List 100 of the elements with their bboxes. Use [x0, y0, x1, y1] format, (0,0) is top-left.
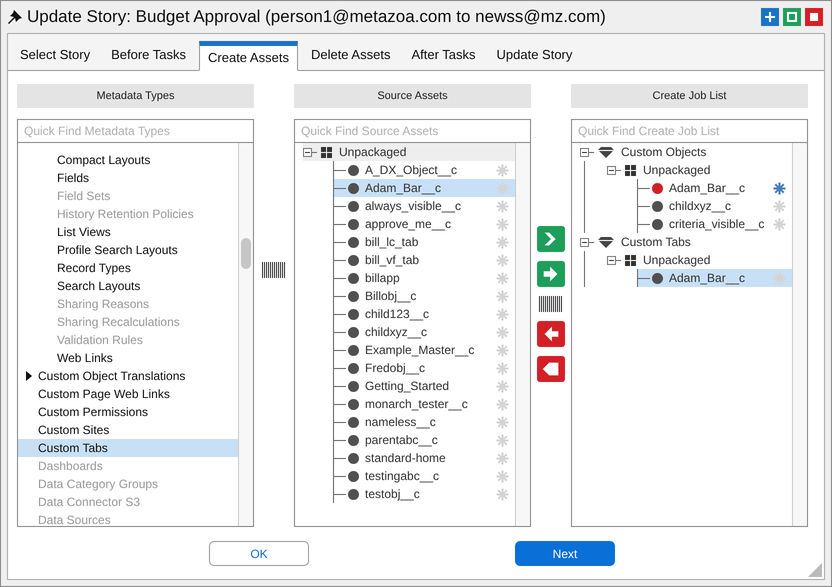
asset-row[interactable]: monarch_tester__c [334, 395, 515, 413]
metadata-type-item[interactable]: Fields [18, 169, 238, 187]
asset-row[interactable]: A_DX_Object__c [334, 161, 515, 179]
collapse-toggle[interactable] [303, 148, 312, 156]
asset-name: parentabc__c [365, 432, 439, 449]
type-label: Custom Objects [621, 144, 706, 161]
diamond-icon [598, 236, 614, 248]
asset-name: A_DX_Object__c [365, 162, 458, 179]
asset-name: Billobj__c [365, 288, 418, 305]
resize-grip-icon[interactable] [808, 563, 822, 577]
expand-arrow-icon[interactable] [26, 371, 32, 381]
ok-button[interactable]: OK [209, 541, 309, 566]
asset-row[interactable]: childxyz__c [334, 323, 515, 341]
metadata-type-item[interactable]: Profile Search Layouts [18, 241, 238, 259]
asset-row[interactable]: testobj__c [334, 485, 515, 503]
metadata-type-item[interactable]: Search Layouts [18, 277, 238, 295]
asset-row[interactable]: criteria_visible__c [638, 215, 792, 233]
asset-row[interactable]: standard-home [334, 449, 515, 467]
asset-row[interactable]: Fredobj__c [334, 359, 515, 377]
asset-name: billapp [365, 270, 401, 287]
asset-row[interactable]: Adam_Bar__c [334, 179, 515, 197]
asset-name: nameless__c [365, 414, 437, 431]
asset-row[interactable]: bill_vf_tab [334, 251, 515, 269]
asset-name: Fredobj__c [365, 360, 426, 377]
scrollbar[interactable] [238, 143, 253, 526]
asset-row[interactable]: Getting_Started [334, 377, 515, 395]
plus-icon [765, 12, 775, 22]
package-label: Unpackaged [643, 252, 710, 269]
close-button[interactable] [805, 8, 823, 26]
grid-icon [321, 146, 332, 158]
tab[interactable]: Update Story [488, 40, 580, 70]
collapse-toggle[interactable] [580, 148, 589, 156]
grid-icon [625, 254, 636, 266]
column-header: Metadata Types [17, 84, 254, 108]
asset-name: standard-home [365, 450, 447, 467]
asset-row[interactable]: child123__c [334, 305, 515, 323]
grip-icon[interactable] [538, 296, 564, 312]
add-window-button[interactable] [761, 8, 779, 26]
metadata-type-item[interactable]: List Views [18, 223, 238, 241]
next-button[interactable]: Next [515, 541, 615, 566]
move-right-button[interactable] [537, 261, 565, 287]
asset-row[interactable]: testingabc__c [334, 467, 515, 485]
scrollbar[interactable] [515, 143, 530, 526]
package-label: Unpackaged [643, 162, 710, 179]
maximize-button[interactable] [783, 8, 801, 26]
asset-row[interactable]: Example_Master__c [334, 341, 515, 359]
collapse-toggle[interactable] [580, 238, 589, 246]
grip-icon[interactable] [261, 262, 287, 278]
metadata-type-item[interactable]: Web Links [18, 349, 238, 367]
tab[interactable]: Delete Assets [302, 40, 398, 70]
metadata-type-item[interactable]: Record Types [18, 259, 238, 277]
asset-name: approve_me__c [365, 216, 452, 233]
metadata-type-item[interactable]: Custom Tabs [18, 439, 238, 457]
asset-row[interactable]: parentabc__c [334, 431, 515, 449]
asset-row[interactable]: childxyz__c [638, 197, 792, 215]
asset-name: Getting_Started [365, 378, 450, 395]
grid-icon [625, 164, 636, 176]
asset-name: Adam_Bar__c [365, 180, 442, 197]
asset-name: child123__c [365, 306, 430, 323]
metadata-type-item[interactable]: Custom Page Web Links [18, 385, 238, 403]
scrollbar[interactable] [792, 143, 807, 526]
scrollbar-thumb[interactable] [241, 238, 251, 269]
asset-name: always_visible__c [365, 198, 462, 215]
asset-name: childxyz__c [365, 324, 428, 341]
tab[interactable]: After Tasks [403, 40, 484, 70]
metadata-type-item[interactable]: Compact Layouts [18, 151, 238, 169]
asset-row[interactable]: Adam_Bar__c [638, 269, 792, 287]
asset-row[interactable]: bill_lc_tab [334, 233, 515, 251]
asset-row[interactable]: Adam_Bar__c [638, 179, 792, 197]
type-label: Custom Tabs [621, 234, 691, 251]
package-label: Unpackaged [339, 144, 406, 161]
metadata-type-item[interactable]: Custom Permissions [18, 403, 238, 421]
move-left-button[interactable] [537, 321, 565, 347]
asset-name: criteria_visible__c [669, 216, 766, 233]
move-left-button[interactable] [537, 356, 565, 382]
column-header: Create Job List [571, 84, 808, 108]
square-icon [810, 13, 818, 21]
asset-name: Example_Master__c [365, 342, 476, 359]
asset-row[interactable]: approve_me__c [334, 215, 515, 233]
collapse-toggle[interactable] [607, 256, 616, 264]
asset-name: testobj__c [365, 486, 421, 503]
collapse-toggle[interactable] [607, 166, 616, 174]
asset-row[interactable]: Billobj__c [334, 287, 515, 305]
diamond-icon [598, 146, 614, 158]
tab[interactable]: Create Assets [199, 41, 298, 71]
move-right-button[interactable] [537, 226, 565, 252]
tab[interactable]: Select Story [12, 40, 98, 70]
asset-row[interactable]: always_visible__c [334, 197, 515, 215]
column-header: Source Assets [294, 84, 531, 108]
metadata-type-item[interactable]: Custom Object Translations [18, 367, 238, 385]
tab[interactable]: Before Tasks [103, 40, 194, 70]
asset-row[interactable]: nameless__c [334, 413, 515, 431]
asterisk-icon[interactable] [773, 182, 786, 194]
asset-name: Adam_Bar__c [669, 180, 746, 197]
asset-name: bill_vf_tab [365, 252, 420, 269]
pin-icon[interactable] [7, 9, 23, 25]
window-title: Update Story: Budget Approval (person1@metazoa.com to newss@mz.com) [27, 6, 607, 28]
asset-name: testingabc__c [365, 468, 440, 485]
metadata-type-item[interactable]: Custom Sites [18, 421, 238, 439]
asset-row[interactable]: billapp [334, 269, 515, 287]
